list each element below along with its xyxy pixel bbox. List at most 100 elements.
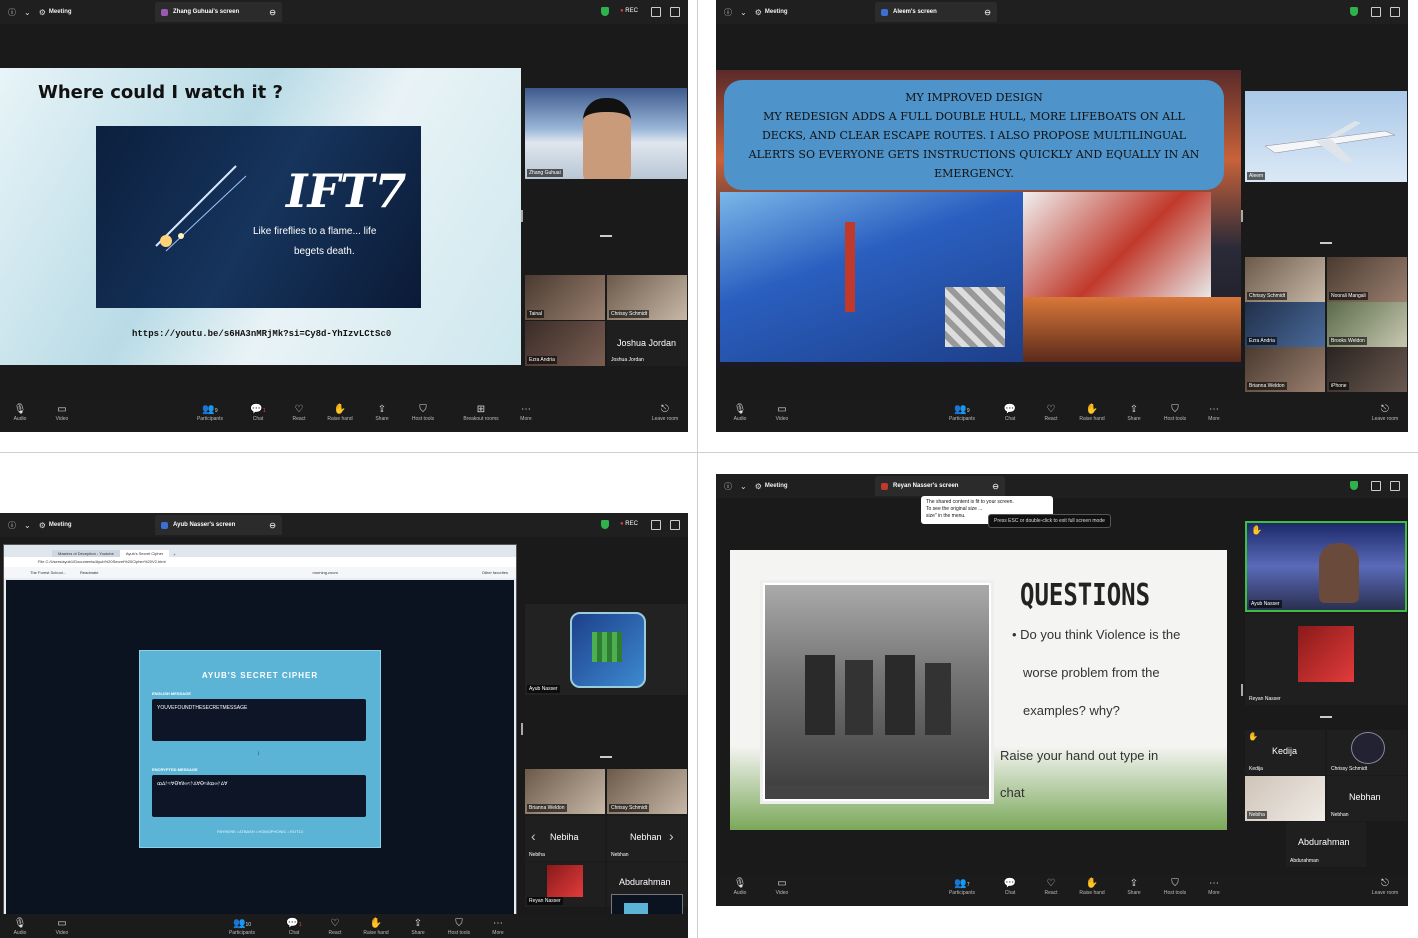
raise-hand-button[interactable]: ✋ Raise hand — [320, 403, 360, 422]
splitter-handle[interactable] — [521, 210, 523, 222]
share-button[interactable]: ⇪ Share — [1114, 877, 1154, 896]
raise-hand-button[interactable]: ✋ Raise hand — [356, 917, 396, 936]
video-tile[interactable]: Noorali Mangali — [1327, 257, 1407, 302]
chevron-down-icon[interactable]: ⌄ — [24, 8, 31, 17]
more-button[interactable]: ⋯ More — [1194, 877, 1234, 896]
video-tile[interactable]: ✋ Ayub Nasser — [1245, 521, 1407, 612]
shield-icon[interactable] — [1350, 7, 1358, 16]
edit-icon[interactable] — [651, 520, 661, 530]
view-options-icon[interactable]: ⊖ — [984, 8, 991, 17]
video-tile[interactable]: ✋ Kedija Kedija — [1245, 730, 1325, 775]
info-icon[interactable]: ⓘ — [724, 481, 732, 492]
edit-icon[interactable] — [1371, 7, 1381, 17]
chevron-down-icon[interactable]: ⌄ — [740, 482, 747, 491]
host-tools-button[interactable]: ⛉ Host tools — [439, 917, 479, 936]
splitter-handle[interactable] — [1241, 684, 1243, 696]
leave-room-button[interactable]: ⎋ Leave room — [1365, 403, 1405, 422]
screen-share-tab[interactable]: Zhang Guhuai's screen ⊖ — [155, 2, 282, 22]
new-tab-icon[interactable]: + — [169, 552, 179, 557]
video-tile[interactable]: Ayub Nasser — [525, 604, 687, 695]
encrypted-output[interactable]: ꝏ∆ᚫ≈ⱯꝊⱯ∂∞≈ᚫ∆ⱯꝊ≈∂ꝏ∞ᚫ∆Ɐ — [152, 775, 366, 817]
raise-hand-button[interactable]: ✋ Raise hand — [1072, 877, 1112, 896]
audio-button[interactable]: 🎙 Audio — [720, 403, 760, 422]
next-page-icon[interactable]: › — [669, 828, 674, 844]
swap-icon[interactable]: ↕ — [257, 751, 260, 757]
chat-button[interactable]: 💬1 Chat — [274, 917, 314, 936]
host-tools-button[interactable]: ⛉ Host tools — [1155, 877, 1195, 896]
video-button[interactable]: ▭ Video — [42, 917, 82, 936]
view-options-icon[interactable]: ⊖ — [269, 521, 276, 530]
video-tile[interactable]: Reyan Nasser — [525, 862, 605, 907]
rec-indicator[interactable]: ● REC — [620, 521, 638, 527]
meeting-label[interactable]: Meeting — [765, 9, 788, 15]
prev-page-icon[interactable]: ‹ — [531, 828, 536, 844]
fullscreen-icon[interactable] — [670, 520, 680, 530]
video-button[interactable]: ▭ Video — [762, 877, 802, 896]
video-tile[interactable]: Abdurahman Abdurahman — [1286, 822, 1366, 867]
more-button[interactable]: ⋯ More — [478, 917, 518, 936]
chevron-down-icon[interactable]: ⌄ — [740, 8, 747, 17]
bookmark[interactable]: The Forest School... — [30, 567, 66, 578]
audio-button[interactable]: 🎙 Audio — [0, 917, 40, 936]
shield-icon[interactable] — [601, 520, 609, 529]
rec-indicator[interactable]: ● REC — [620, 8, 638, 14]
more-button[interactable]: ⋯ More — [506, 403, 546, 422]
screen-share-tab[interactable]: Reyan Nasser's screen ⊖ — [875, 476, 1005, 496]
video-tile[interactable]: iPhone — [1327, 347, 1407, 392]
video-tile[interactable]: Nebhan › Nebhan — [607, 816, 687, 861]
host-tools-button[interactable]: ⛉ Host tools — [1155, 403, 1195, 422]
video-tile[interactable]: Chrissy Schmidt — [607, 275, 687, 320]
share-button[interactable]: ⇪ Share — [362, 403, 402, 422]
info-icon[interactable]: ⓘ — [8, 520, 16, 531]
video-tile[interactable]: Nebhan Nebhan — [1327, 776, 1407, 821]
fullscreen-icon[interactable] — [670, 7, 680, 17]
fullscreen-icon[interactable] — [1390, 7, 1400, 17]
video-tile[interactable]: Brianna Weldon — [525, 769, 605, 814]
video-tile[interactable]: Brooks Weldon — [1327, 302, 1407, 347]
chat-button[interactable]: 💬 Chat — [990, 403, 1030, 422]
raise-hand-button[interactable]: ✋ Raise hand — [1072, 403, 1112, 422]
react-button[interactable]: ♡ React — [279, 403, 319, 422]
splitter-handle[interactable] — [1241, 210, 1243, 222]
react-button[interactable]: ♡ React — [1031, 877, 1071, 896]
meeting-label[interactable]: Meeting — [49, 522, 72, 528]
view-options-icon[interactable]: ⊖ — [269, 8, 276, 17]
video-tile[interactable]: Chrissy Schmidt — [1245, 257, 1325, 302]
video-tile[interactable]: Ezra Andria — [525, 321, 605, 366]
view-options-icon[interactable]: ⊖ — [992, 482, 999, 491]
audio-button[interactable]: 🎙 Audio — [720, 877, 760, 896]
leave-room-button[interactable]: ⎋ Leave room — [645, 403, 685, 422]
meeting-label[interactable]: Meeting — [765, 483, 788, 489]
chat-button[interactable]: 💬1 Chat — [238, 403, 278, 422]
share-button[interactable]: ⇪ Share — [398, 917, 438, 936]
fullscreen-icon[interactable] — [1390, 481, 1400, 491]
video-tile[interactable]: Chrissy Schmidt — [607, 769, 687, 814]
browser-tab[interactable]: Ayub's Secret Cipher — [119, 550, 170, 557]
info-icon[interactable]: ⓘ — [8, 7, 16, 18]
screen-share-tab[interactable]: Aleem's screen ⊖ — [875, 2, 997, 22]
participants-button[interactable]: 👥7 Participants — [942, 877, 982, 896]
edit-icon[interactable] — [651, 7, 661, 17]
chevron-down-icon[interactable]: ⌄ — [24, 521, 31, 530]
leave-room-button[interactable]: ⎋ Leave room — [1365, 877, 1405, 896]
meeting-label[interactable]: Meeting — [49, 9, 72, 15]
more-button[interactable]: ⋯ More — [1194, 403, 1234, 422]
participants-button[interactable]: 👥9 Participants — [190, 403, 230, 422]
screen-share-tab[interactable]: Ayub Nasser's screen ⊖ — [155, 515, 282, 535]
host-tools-button[interactable]: ⛉ Host tools — [403, 403, 443, 422]
shield-icon[interactable] — [1350, 481, 1358, 490]
breakout-rooms-button[interactable]: ⊞ Breakout rooms — [455, 403, 507, 422]
browser-tab[interactable]: Masters of Deception - Youtube — [52, 550, 120, 557]
bookmark[interactable]: Other favorites — [482, 567, 508, 578]
chat-button[interactable]: 💬 Chat — [990, 877, 1030, 896]
video-tile[interactable]: ‹ Nebiha Nebiha — [525, 816, 605, 861]
edit-icon[interactable] — [1371, 481, 1381, 491]
info-icon[interactable]: ⓘ — [724, 7, 732, 18]
participants-button[interactable]: 👥10 Participants — [222, 917, 262, 936]
react-button[interactable]: ♡ React — [315, 917, 355, 936]
video-tile[interactable]: Reyan Nasser — [1245, 614, 1407, 705]
video-tile[interactable]: Chrissy Schmidt — [1327, 730, 1407, 775]
participants-button[interactable]: 👥9 Participants — [942, 403, 982, 422]
video-tile[interactable]: Tainal — [525, 275, 605, 320]
bookmark[interactable]: morning.zoom — [312, 567, 337, 578]
